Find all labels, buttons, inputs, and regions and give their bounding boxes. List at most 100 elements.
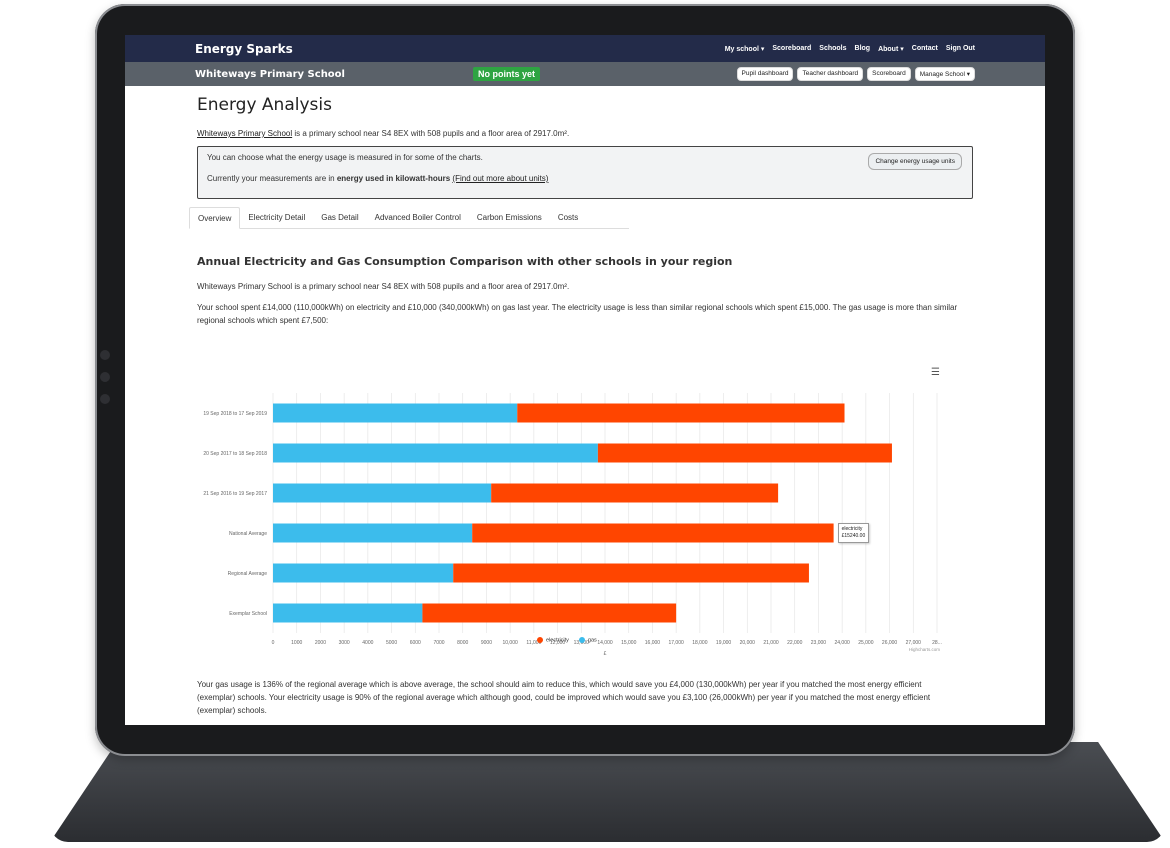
bar-electricity[interactable] bbox=[422, 603, 677, 623]
chart-credit[interactable]: Highcharts.com bbox=[909, 647, 940, 652]
school-name[interactable]: Whiteways Primary School bbox=[195, 69, 345, 80]
units-current: energy used in kilowatt-hours bbox=[336, 174, 451, 183]
legend-gas-swatch bbox=[578, 637, 585, 643]
school-link[interactable]: Whiteways Primary School bbox=[197, 129, 292, 138]
manage-school-button[interactable]: Manage School ▾ bbox=[914, 67, 975, 81]
x-tick-label: 27,000 bbox=[906, 640, 922, 646]
category-label: 19 Sep 2018 to 17 Sep 2019 bbox=[203, 411, 267, 417]
keyboard-row bbox=[50, 818, 1165, 828]
keyboard-row bbox=[50, 786, 1165, 796]
school-bar: Whiteways Primary School No points yet P… bbox=[125, 62, 1045, 86]
tab-overview[interactable]: Overview bbox=[189, 207, 241, 229]
x-tick-label: 4000 bbox=[362, 640, 373, 646]
x-tick-label: 7000 bbox=[433, 640, 444, 646]
dashboard-buttons: Pupil dashboard Teacher dashboard Scoreb… bbox=[736, 67, 975, 81]
chart-tooltip: electricity £15240.00 bbox=[837, 523, 870, 543]
x-tick-label: 2000 bbox=[315, 640, 326, 646]
bar-electricity[interactable] bbox=[453, 563, 809, 583]
x-tick-label: 18,000 bbox=[692, 640, 708, 646]
section-spend-text: Your school spent £14,000 (110,000kWh) o… bbox=[197, 303, 958, 325]
screen: Energy Sparks My school ▾ Scoreboard Sch… bbox=[125, 35, 1045, 725]
x-tick-label: 26,000 bbox=[882, 640, 898, 646]
bar-electricity[interactable] bbox=[597, 443, 892, 463]
nav-sign-out[interactable]: Sign Out bbox=[946, 45, 975, 53]
x-tick-label: 21,000 bbox=[763, 640, 779, 646]
nav-contact[interactable]: Contact bbox=[912, 45, 938, 53]
x-tick-label: 16,000 bbox=[645, 640, 661, 646]
page-title: Energy Analysis bbox=[197, 95, 332, 115]
intro-rest: is a primary school near S4 8EX with 508… bbox=[292, 129, 570, 138]
tab-carbon-emissions[interactable]: Carbon Emissions bbox=[469, 207, 550, 228]
x-tick-label: 9000 bbox=[481, 640, 492, 646]
top-navbar: Energy Sparks My school ▾ Scoreboard Sch… bbox=[125, 35, 1045, 62]
analysis-tabs: Overview Electricity Detail Gas Detail A… bbox=[189, 207, 629, 229]
bar-electricity[interactable] bbox=[472, 523, 834, 543]
x-tick-label: 8000 bbox=[457, 640, 468, 646]
chart-svg: 0 1000 2000 3000 4000 5000 6000 7000 8000 9000 10,… bbox=[203, 393, 942, 657]
tab-costs[interactable]: Costs bbox=[550, 207, 586, 228]
x-tick-label: 20,000 bbox=[740, 640, 756, 646]
tooltip-series: electricity bbox=[841, 526, 863, 532]
x-tick-label: 10,000 bbox=[502, 640, 518, 646]
summary-text: Your gas usage is 136% of the regional a… bbox=[197, 680, 931, 715]
units-line-2-text: Currently your measurements are in bbox=[207, 174, 337, 183]
nav-links: My school ▾ Scoreboard Schools Blog Abou… bbox=[725, 45, 975, 53]
nav-about[interactable]: About ▾ bbox=[878, 45, 904, 53]
x-tick-label: 23,000 bbox=[811, 640, 827, 646]
chart-menu-icon[interactable]: ☰ bbox=[931, 367, 940, 378]
units-info-link[interactable]: (Find out more about units) bbox=[452, 174, 548, 183]
intro-text: Whiteways Primary School is a primary sc… bbox=[197, 129, 973, 138]
keyboard bbox=[50, 742, 1165, 842]
tab-gas-detail[interactable]: Gas Detail bbox=[313, 207, 366, 228]
points-badge: No points yet bbox=[473, 67, 541, 81]
bar-gas[interactable] bbox=[273, 403, 518, 423]
legend-electricity-swatch bbox=[537, 637, 543, 643]
bar-electricity[interactable] bbox=[517, 403, 845, 423]
x-tick-label: 25,000 bbox=[858, 640, 874, 646]
category-label: Regional Average bbox=[228, 571, 268, 577]
bar-electricity[interactable] bbox=[491, 483, 779, 503]
scoreboard-button[interactable]: Scoreboard bbox=[867, 67, 911, 81]
nav-schools[interactable]: Schools bbox=[819, 45, 846, 53]
bar-gas[interactable] bbox=[273, 523, 473, 543]
tooltip-value: £15240.00 bbox=[841, 533, 866, 539]
tab-electricity-detail[interactable]: Electricity Detail bbox=[240, 207, 313, 228]
category-label: Exemplar School bbox=[229, 611, 267, 617]
nav-scoreboard[interactable]: Scoreboard bbox=[772, 45, 811, 53]
category-label: 20 Sep 2017 to 18 Sep 2018 bbox=[203, 451, 267, 457]
legend-electricity-label: electricity bbox=[546, 637, 569, 644]
nav-my-school[interactable]: My school ▾ bbox=[725, 45, 765, 53]
bar-gas[interactable] bbox=[273, 483, 492, 503]
x-tick-label: 28... bbox=[932, 640, 942, 646]
chart-legend: electricity gas bbox=[537, 637, 597, 643]
change-units-button[interactable]: Change energy usage units bbox=[868, 153, 962, 170]
pupil-dashboard-button[interactable]: Pupil dashboard bbox=[736, 67, 794, 81]
x-tick-label: 17,000 bbox=[668, 640, 684, 646]
x-tick-label: 24,000 bbox=[834, 640, 850, 646]
x-axis-label: £ bbox=[604, 651, 607, 655]
x-tick-label: 3000 bbox=[339, 640, 350, 646]
x-tick-label: 15,000 bbox=[621, 640, 637, 646]
brand-logo[interactable]: Energy Sparks bbox=[195, 42, 293, 56]
category-label: National Average bbox=[229, 531, 267, 537]
nav-blog[interactable]: Blog bbox=[855, 45, 871, 53]
legend-electricity[interactable]: electricity bbox=[537, 637, 569, 643]
bar-gas[interactable] bbox=[273, 443, 598, 463]
main-content: Energy Analysis Whiteways Primary School… bbox=[125, 86, 1045, 327]
camera-dots bbox=[100, 350, 114, 416]
x-tick-label: 14,000 bbox=[597, 640, 613, 646]
keyboard-row bbox=[50, 770, 1165, 780]
units-line-2: Currently your measurements are in energ… bbox=[207, 174, 963, 183]
comparison-chart: 0 1000 2000 3000 4000 5000 6000 7000 8000 9000 10,… bbox=[197, 365, 942, 657]
legend-gas-label: gas bbox=[587, 637, 597, 644]
bar-gas[interactable] bbox=[273, 603, 423, 623]
tab-advanced-boiler-control[interactable]: Advanced Boiler Control bbox=[367, 207, 469, 228]
legend-gas[interactable]: gas bbox=[578, 637, 597, 644]
x-tick-label: 0 bbox=[272, 640, 275, 646]
section-intro: Whiteways Primary School is a primary sc… bbox=[197, 282, 570, 291]
bar-gas[interactable] bbox=[273, 563, 454, 583]
teacher-dashboard-button[interactable]: Teacher dashboard bbox=[797, 67, 864, 81]
section-title: Annual Electricity and Gas Consumption C… bbox=[197, 255, 733, 268]
x-tick-label: 6000 bbox=[410, 640, 421, 646]
x-tick-label: 1000 bbox=[291, 640, 302, 646]
